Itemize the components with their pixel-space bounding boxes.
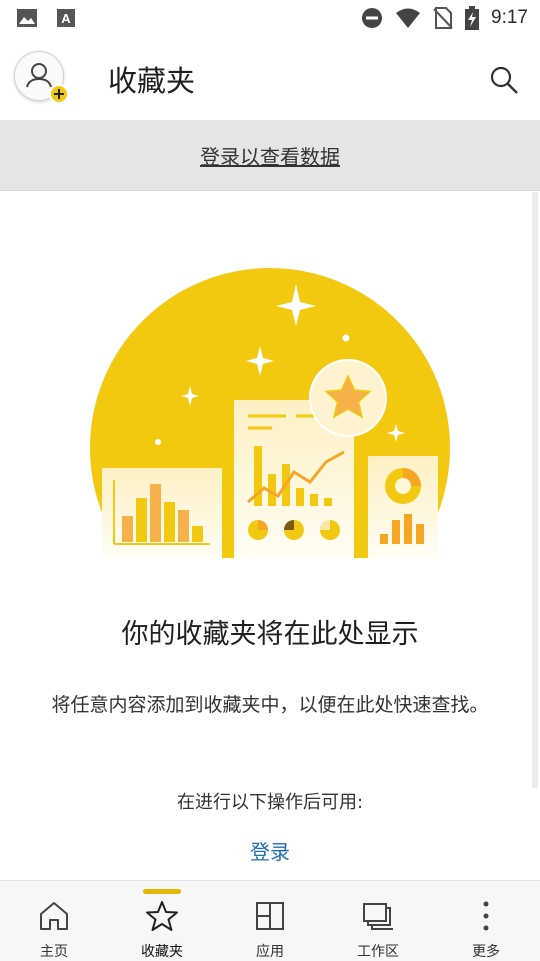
signin-banner-link[interactable]: 登录以查看数据 xyxy=(200,141,340,170)
more-icon xyxy=(483,901,489,931)
empty-favorites-illustration xyxy=(90,268,450,558)
nav-label-apps: 应用 xyxy=(256,944,284,960)
signin-banner[interactable]: 登录以查看数据 xyxy=(0,120,540,191)
font-icon: A xyxy=(57,9,75,27)
nav-item-workspaces[interactable]: 工作区 xyxy=(324,881,432,961)
nav-item-favorites[interactable]: 收藏夹 xyxy=(108,881,216,961)
bottom-navigation: 主页 收藏夹 应用 工作区 更多 xyxy=(0,880,540,961)
nav-item-apps[interactable]: 应用 xyxy=(216,881,324,961)
signin-link[interactable]: 登录 xyxy=(0,836,540,865)
search-button[interactable] xyxy=(486,62,522,98)
search-icon xyxy=(490,66,518,94)
battery-charging-icon xyxy=(465,6,480,30)
status-bar: A 9:17 xyxy=(0,0,540,36)
nav-label-workspaces: 工作区 xyxy=(357,944,399,960)
status-time: 9:17 xyxy=(491,7,528,28)
scrollbar[interactable] xyxy=(532,192,538,788)
wifi-icon xyxy=(396,8,421,28)
image-icon xyxy=(17,9,37,27)
no-sim-icon xyxy=(433,7,453,29)
home-icon xyxy=(40,902,68,930)
active-tab-indicator xyxy=(143,889,181,894)
page-title: 收藏夹 xyxy=(108,64,196,98)
available-after-text: 在进行以下操作后可用: xyxy=(176,792,364,813)
workspace-icon xyxy=(363,903,393,930)
apps-icon xyxy=(256,902,284,930)
empty-state-description: 将任意内容添加到收藏夹中，以便在此处快速查找。 xyxy=(51,694,489,716)
svg-text:A: A xyxy=(61,11,71,26)
plus-icon xyxy=(54,89,64,99)
do-not-disturb-icon xyxy=(362,8,383,28)
empty-state-title: 你的收藏夹将在此处显示 xyxy=(121,619,419,650)
nav-label-favorites: 收藏夹 xyxy=(141,944,183,960)
nav-label-home: 主页 xyxy=(40,944,68,960)
nav-item-more[interactable]: 更多 xyxy=(432,881,540,961)
account-button[interactable] xyxy=(14,51,69,104)
nav-label-more: 更多 xyxy=(472,944,500,960)
app-header: 收藏夹 xyxy=(0,36,540,120)
add-badge xyxy=(49,84,69,104)
nav-item-home[interactable]: 主页 xyxy=(0,881,108,961)
star-icon xyxy=(146,901,178,931)
